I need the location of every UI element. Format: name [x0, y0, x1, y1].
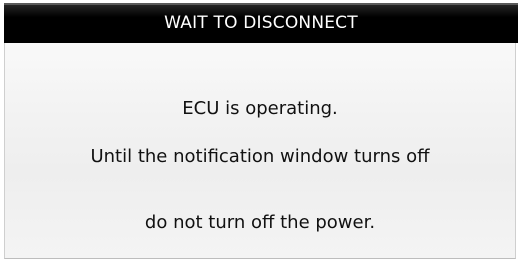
- status-message: ECU is operating.: [182, 98, 338, 119]
- disconnect-dialog: WAIT TO DISCONNECT ECU is operating. Unt…: [0, 0, 520, 262]
- dialog-title: WAIT TO DISCONNECT: [4, 3, 518, 43]
- instruction-message-line-1: Until the notification window turns off: [90, 146, 430, 167]
- instruction-message-line-2: do not turn off the power.: [144, 212, 376, 233]
- dialog-body: ECU is operating. Until the notification…: [4, 43, 516, 259]
